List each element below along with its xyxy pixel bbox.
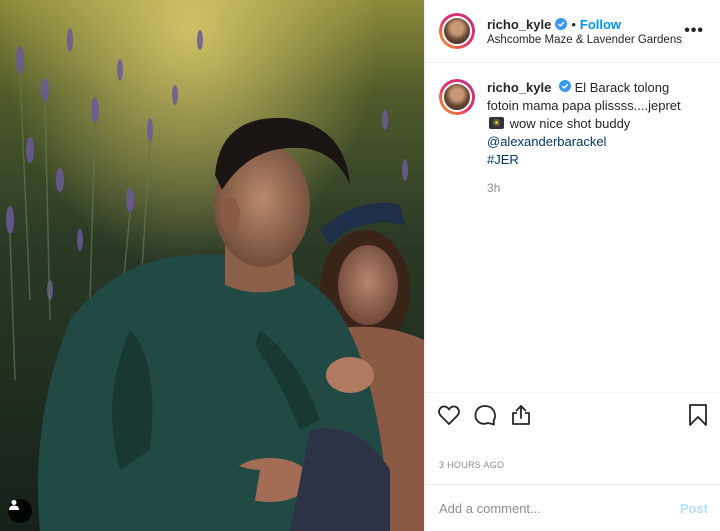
photo-image <box>0 0 424 531</box>
post-details-panel: richo_kyle • Follow Ashcombe Maze & Lave… <box>424 0 720 531</box>
location-link[interactable]: Ashcombe Maze & Lavender Gardens <box>487 34 684 46</box>
post-photo[interactable] <box>0 0 424 531</box>
header-username[interactable]: richo_kyle <box>487 17 551 32</box>
post-timestamp[interactable]: 3 hours ago <box>425 436 720 484</box>
post-header: richo_kyle • Follow Ashcombe Maze & Lave… <box>425 0 720 63</box>
header-text: richo_kyle • Follow Ashcombe Maze & Lave… <box>487 17 684 46</box>
caption: richo_kyle El Barack tolong fotoin mama … <box>439 79 704 197</box>
separator-dot: • <box>571 16 576 32</box>
post-comment-button[interactable]: Post <box>680 501 708 516</box>
caption-story-ring[interactable] <box>439 79 475 115</box>
more-options-button[interactable]: ••• <box>684 22 704 40</box>
caption-username[interactable]: richo_kyle <box>487 80 551 95</box>
comment-bubble-icon[interactable] <box>473 403 497 427</box>
caption-time[interactable]: 3h <box>487 179 703 197</box>
tagged-users-button[interactable] <box>8 499 32 523</box>
story-ring[interactable] <box>439 13 475 49</box>
caption-avatar[interactable] <box>442 82 472 112</box>
instagram-post: richo_kyle • Follow Ashcombe Maze & Lave… <box>0 0 720 531</box>
person-icon <box>9 500 19 510</box>
comments-section: richo_kyle El Barack tolong fotoin mama … <box>425 63 720 392</box>
add-comment-bar: Post <box>425 484 720 531</box>
action-bar <box>425 392 720 436</box>
verified-badge-icon <box>555 18 568 30</box>
caption-hashtag[interactable]: #JER <box>487 152 519 167</box>
follow-button[interactable]: Follow <box>580 17 621 32</box>
caption-mention[interactable]: @alexanderbarackel <box>487 134 606 149</box>
avatar[interactable] <box>442 16 472 46</box>
camera-emoji-icon <box>489 117 504 129</box>
share-icon[interactable] <box>509 403 533 427</box>
heart-icon[interactable] <box>437 403 461 427</box>
bookmark-icon[interactable] <box>686 403 710 427</box>
caption-verified-badge-icon <box>558 80 571 92</box>
comment-input[interactable] <box>439 500 680 516</box>
caption-body: richo_kyle El Barack tolong fotoin mama … <box>487 79 703 197</box>
caption-text-after: wow nice shot buddy <box>509 116 631 131</box>
